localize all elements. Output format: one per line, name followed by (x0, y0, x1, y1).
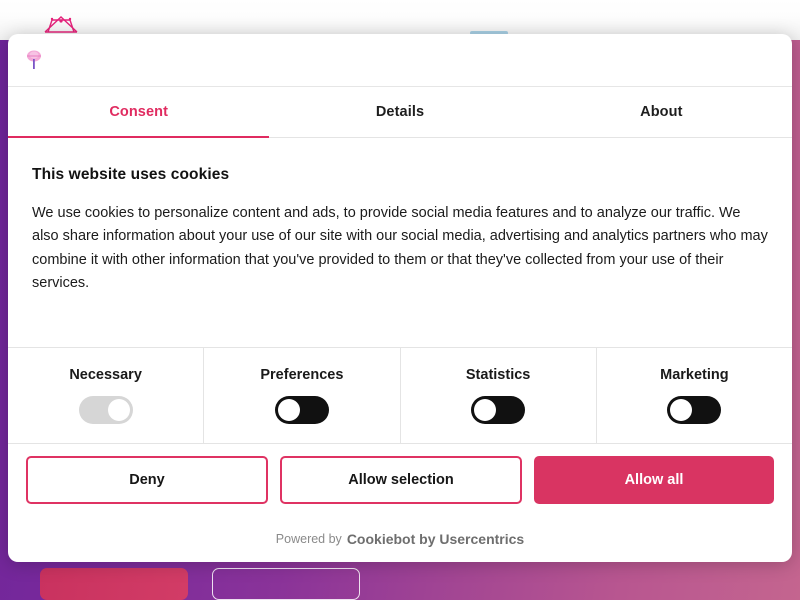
toggle-knob (107, 399, 130, 421)
toggle-marketing[interactable] (667, 396, 722, 424)
category-label: Marketing (660, 367, 729, 383)
dialog-logo-bar (8, 34, 792, 86)
toggle-knob (277, 399, 300, 421)
consent-description: We use cookies to personalize content an… (32, 205, 768, 292)
tab-details[interactable]: Details (269, 87, 530, 137)
deny-button[interactable]: Deny (26, 456, 268, 504)
allow-selection-button[interactable]: Allow selection (280, 456, 522, 504)
category-label: Preferences (260, 367, 344, 383)
consent-body: This website uses cookies We use cookies… (8, 138, 792, 348)
category-label: Statistics (465, 367, 531, 383)
hero-primary-button[interactable] (40, 568, 188, 600)
dialog-footer: Powered by Cookiebot by Usercentrics (8, 516, 792, 562)
toggle-knob (474, 399, 497, 421)
category-label: Necessary (69, 367, 142, 383)
tab-about[interactable]: About (531, 87, 792, 137)
page-root: Consent Details About This website uses … (0, 0, 800, 600)
category-statistics: Statistics (401, 348, 597, 443)
toggle-preferences[interactable] (274, 396, 329, 424)
toggle-necessary (78, 396, 133, 424)
cookiebot-logo-icon (24, 49, 44, 71)
category-necessary: Necessary (8, 348, 205, 443)
allow-all-button[interactable]: Allow all (534, 456, 774, 504)
hero-cta-row (40, 568, 360, 600)
cookie-consent-dialog: Consent Details About This website uses … (8, 34, 792, 562)
consent-actions: Deny Allow selection Allow all (8, 444, 792, 516)
hero-secondary-button[interactable] (212, 568, 360, 600)
category-marketing: Marketing (597, 348, 792, 443)
cookiebot-brand-link[interactable]: Cookiebot by Usercentrics (347, 531, 524, 547)
toggle-knob (670, 399, 693, 421)
consent-categories: Necessary Preferences Statistics Marketi… (8, 348, 792, 444)
consent-title: This website uses cookies (32, 166, 230, 183)
category-preferences: Preferences (204, 348, 401, 443)
toggle-statistics[interactable] (471, 396, 526, 424)
powered-by-label: Powered by (275, 532, 342, 546)
tab-consent[interactable]: Consent (8, 87, 270, 138)
dialog-tabs: Consent Details About (8, 86, 792, 138)
